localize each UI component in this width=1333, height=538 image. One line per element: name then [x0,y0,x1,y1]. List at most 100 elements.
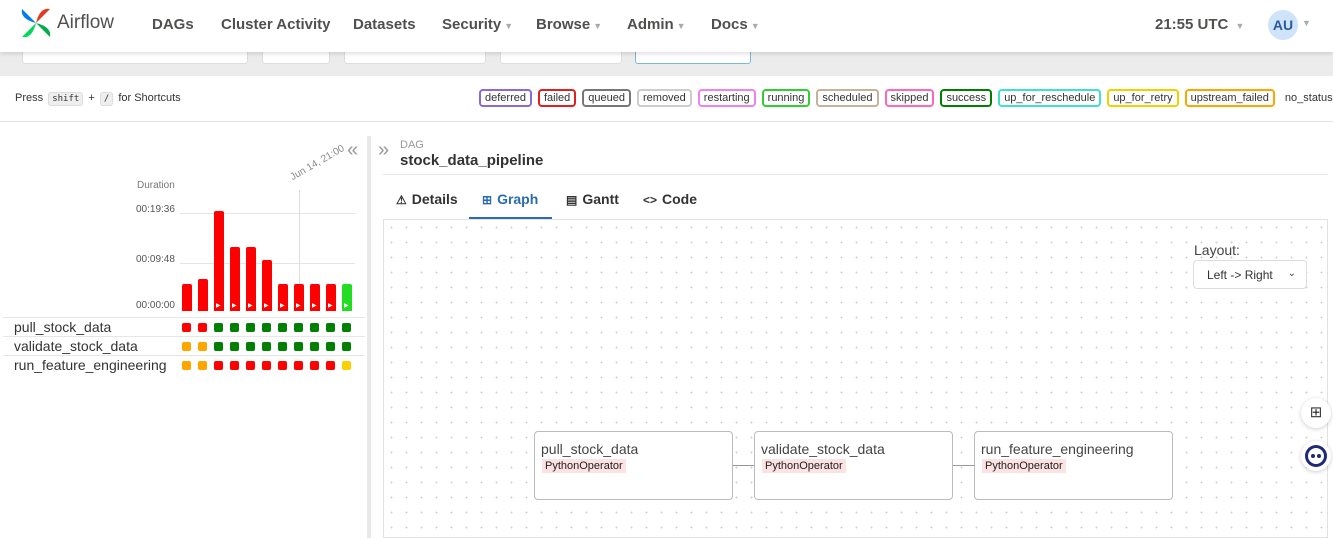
task-instance-cell[interactable] [246,361,255,370]
graph-node-validate-stock-data[interactable]: validate_stock_data PythonOperator [754,431,953,500]
dag-run-bar[interactable]: ▶ [278,284,288,311]
tab-gantt[interactable]: ▤ Gantt [566,191,619,207]
apps-grid-icon[interactable]: ⊞ [1301,398,1331,428]
nav-security[interactable]: Security ▼ [442,16,513,33]
state-badge-skipped[interactable]: skipped [884,89,935,107]
tab-graph[interactable]: ⊞ Graph [482,191,538,207]
dag-run-bar[interactable]: ▶ [294,284,304,311]
dag-run-bar[interactable]: ▶ [310,284,320,311]
dag-kicker: DAG [400,139,424,151]
task-instance-cell[interactable] [326,323,335,332]
task-instance-cell[interactable] [182,323,191,332]
node-operator-badge: PythonOperator [542,459,626,473]
state-badge-scheduled[interactable]: scheduled [816,89,879,107]
task-instance-cell[interactable] [262,323,271,332]
task-instance-cell[interactable] [294,342,303,351]
chevron-down-icon: ▼ [504,21,514,31]
nav-cluster-activity[interactable]: Cluster Activity [221,16,330,33]
task-instance-cell[interactable] [262,342,271,351]
dag-run-bar[interactable]: ▶ [326,284,336,311]
task-instance-cell[interactable] [326,342,335,351]
task-instance-cell[interactable] [198,323,207,332]
nav-browse[interactable]: Browse ▼ [536,16,602,33]
nav-label: Browse [536,16,591,33]
task-name[interactable]: validate_stock_data [14,338,138,354]
layout-select[interactable]: Left -> Right ⌄ [1193,260,1307,289]
state-badge-restarting[interactable]: restarting [697,89,756,107]
task-instance-cell[interactable] [182,342,191,351]
task-row[interactable]: pull_stock_data [3,317,365,336]
dag-run-bar[interactable]: ▶ [214,211,224,311]
state-badge-failed[interactable]: failed [537,89,577,107]
chevron-down-icon: ▼ [593,21,603,31]
task-instance-cell[interactable] [342,342,351,351]
nav-docs[interactable]: Docs ▼ [711,16,760,33]
collapse-grid-icon[interactable]: « [347,139,358,162]
task-instance-cell[interactable] [294,361,303,370]
state-badge-deferred[interactable]: deferred [479,89,532,107]
tab-code[interactable]: <> Code [643,191,697,207]
task-instance-cell[interactable] [278,323,287,332]
dag-run-bar[interactable]: ▶ [342,284,352,311]
task-instance-cell[interactable] [198,361,207,370]
task-instance-cell[interactable] [230,342,239,351]
task-instance-cell[interactable] [214,323,223,332]
nav-dags[interactable]: DAGs [152,16,194,33]
chevron-down-icon: ▼ [750,21,760,31]
task-instance-cell[interactable] [294,323,303,332]
node-operator-badge: PythonOperator [762,459,846,473]
task-instance-cell[interactable] [246,342,255,351]
nav-admin[interactable]: Admin ▼ [627,16,686,33]
dag-run-bar[interactable] [182,284,192,311]
dag-run-bar[interactable]: ▶ [262,260,272,311]
airflow-logo-icon[interactable] [18,5,54,41]
clock-display[interactable]: 21:55 UTC ▼ [1155,16,1244,33]
panel-resize-handle[interactable] [367,136,371,538]
graph-node-pull-stock-data[interactable]: pull_stock_data PythonOperator [534,431,733,500]
task-instance-cell[interactable] [214,361,223,370]
state-badge-queued[interactable]: queued [582,89,631,107]
task-instance-cell[interactable] [230,323,239,332]
state-badge-running[interactable]: running [761,89,811,107]
task-instance-cell[interactable] [278,342,287,351]
tab-label: Gantt [582,191,619,207]
dag-run-bar[interactable]: ▶ [246,247,256,311]
dag-title[interactable]: stock_data_pipeline [400,152,543,169]
state-badge-up-for-reschedule[interactable]: up_for_reschedule [998,89,1102,107]
nav-datasets[interactable]: Datasets [353,16,416,33]
state-badge-success[interactable]: success [940,89,993,107]
assistant-bot-icon[interactable] [1301,441,1331,471]
graph-node-run-feature-engineering[interactable]: run_feature_engineering PythonOperator [974,431,1173,500]
task-instance-cell[interactable] [230,361,239,370]
task-instance-cell[interactable] [310,342,319,351]
task-instance-cell[interactable] [342,323,351,332]
layout-select-value: Left -> Right [1207,268,1273,282]
code-tab-icon: <> [643,193,658,207]
task-instance-cell[interactable] [342,361,351,370]
gridline [180,213,355,214]
task-instance-cell[interactable] [246,323,255,332]
task-instance-cell[interactable] [262,361,271,370]
state-badge-no-status[interactable]: no_status [1285,92,1333,104]
task-name[interactable]: run_feature_engineering [14,357,167,373]
task-instance-cell[interactable] [310,323,319,332]
task-name[interactable]: pull_stock_data [14,319,111,335]
state-badge-removed[interactable]: removed [637,89,692,107]
state-badge-upstream-failed[interactable]: upstream_failed [1184,89,1275,107]
task-instance-cell[interactable] [310,361,319,370]
expand-grid-icon[interactable]: » [378,139,389,162]
tab-details[interactable]: ⚠ Details [396,191,458,207]
task-row[interactable]: validate_stock_data [3,336,365,355]
task-instance-cell[interactable] [326,361,335,370]
task-instance-cell[interactable] [214,342,223,351]
state-badge-up-for-retry[interactable]: up_for_retry [1107,89,1179,107]
user-avatar[interactable]: AU [1268,10,1298,40]
task-instance-cell[interactable] [198,342,207,351]
task-instance-cell[interactable] [182,361,191,370]
task-instance-cell[interactable] [278,361,287,370]
task-row[interactable]: run_feature_engineering [3,355,365,374]
dag-run-bar[interactable] [198,279,208,311]
dag-run-bar[interactable]: ▶ [230,247,240,311]
divider [0,121,1333,122]
brand-name[interactable]: Airflow [57,12,114,34]
